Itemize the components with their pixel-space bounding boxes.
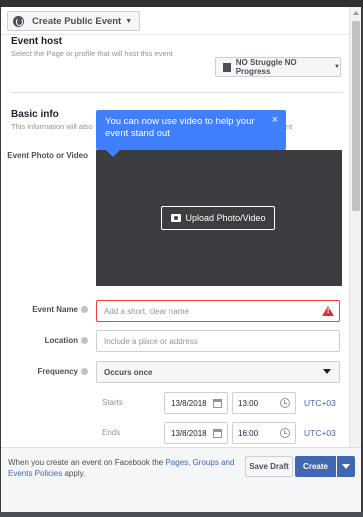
scrollbar-thumb[interactable] (352, 21, 360, 211)
calendar-icon (213, 429, 222, 438)
location-label-text: Location (44, 336, 78, 345)
end-time-value: 16:00 (238, 428, 259, 438)
chevron-down-icon: ▼ (125, 17, 133, 25)
start-time-value: 13:00 (238, 398, 259, 408)
event-name-label: Event Name (6, 304, 88, 315)
basic-info-subtitle-tail: nt (286, 122, 293, 131)
event-name-input[interactable]: Add a short, clear name (96, 300, 340, 322)
photo-label: Event Photo or Video (7, 151, 88, 160)
clock-icon (280, 428, 290, 438)
location-label: Location (6, 335, 88, 346)
policy-notice-suffix: apply. (64, 469, 86, 478)
camera-icon (170, 214, 181, 222)
chevron-down-icon: ▼ (334, 64, 340, 70)
start-time-input[interactable]: 13:00 (232, 392, 296, 414)
end-time-input[interactable]: 16:00 (232, 422, 296, 444)
info-icon[interactable] (81, 306, 88, 314)
event-name-label-text: Event Name (32, 305, 78, 314)
end-date-value: 13/8/2018 (171, 428, 207, 438)
end-timezone-link[interactable]: UTC+03 (304, 428, 336, 438)
scroll-up-arrow-icon[interactable] (353, 11, 359, 15)
calendar-icon (213, 399, 222, 408)
frequency-value: Occurs once (104, 367, 153, 377)
video-tip-tooltip: You can now use video to help your event… (96, 110, 286, 157)
upload-button-label: Upload Photo/Video (185, 213, 266, 223)
save-draft-button[interactable]: Save Draft (245, 456, 293, 477)
frequency-dropdown[interactable]: Occurs once (96, 361, 340, 383)
end-date-input[interactable]: 13/8/2018 (164, 422, 228, 444)
policy-notice-prefix: When you create an event on Facebook the (8, 458, 164, 467)
event-name-placeholder: Add a short, clear name (104, 306, 189, 316)
dialog-header: Create Public Event ▼ (1, 7, 349, 35)
dialog-body: Event host Select the Page or profile th… (1, 36, 349, 456)
basic-info-title: Basic info (11, 109, 59, 120)
event-host-subtitle: Select the Page or profile that will hos… (11, 49, 173, 58)
vertical-scrollbar[interactable] (349, 7, 361, 477)
chevron-down-icon (323, 369, 331, 374)
dialog-footer: When you create an event on Facebook the… (1, 447, 361, 512)
tooltip-text: You can now use video to help your event… (105, 116, 255, 139)
ends-label: Ends (102, 428, 121, 437)
event-type-dropdown[interactable]: Create Public Event ▼ (7, 11, 141, 31)
info-icon[interactable] (81, 368, 88, 376)
frequency-label: Frequency (6, 366, 88, 377)
location-placeholder: Include a place or address (104, 336, 198, 346)
event-host-value: NO Struggle NO Progress (235, 58, 297, 76)
start-timezone-link[interactable]: UTC+03 (304, 398, 336, 408)
create-event-dialog: Create Public Event ▼ Event host Select … (1, 7, 361, 512)
policy-notice: When you create an event on Facebook the… (8, 457, 236, 479)
starts-label: Starts (102, 398, 123, 407)
section-divider (11, 92, 343, 93)
warning-icon (322, 306, 334, 316)
start-date-input[interactable]: 13/8/2018 (164, 392, 228, 414)
close-icon[interactable]: × (272, 114, 278, 126)
create-options-dropdown[interactable] (337, 456, 355, 477)
create-button[interactable]: Create (295, 456, 336, 477)
event-host-title: Event host (11, 36, 63, 47)
background-bottom-strip (0, 512, 363, 517)
globe-icon (13, 15, 24, 27)
basic-info-subtitle: This information will also (11, 122, 93, 131)
clock-icon (280, 398, 290, 408)
info-icon[interactable] (81, 337, 88, 345)
location-input[interactable]: Include a place or address (96, 330, 340, 352)
photo-upload-area[interactable]: Upload Photo/Video (96, 150, 342, 286)
upload-photo-video-button[interactable]: Upload Photo/Video (161, 206, 275, 230)
frequency-label-text: Frequency (37, 367, 78, 376)
page-flag-icon (223, 62, 231, 72)
event-host-dropdown[interactable]: NO Struggle NO Progress ▼ (215, 57, 341, 77)
background-top-strip (0, 0, 363, 7)
start-date-value: 13/8/2018 (171, 398, 207, 408)
event-type-label: Create Public Event (32, 15, 122, 27)
